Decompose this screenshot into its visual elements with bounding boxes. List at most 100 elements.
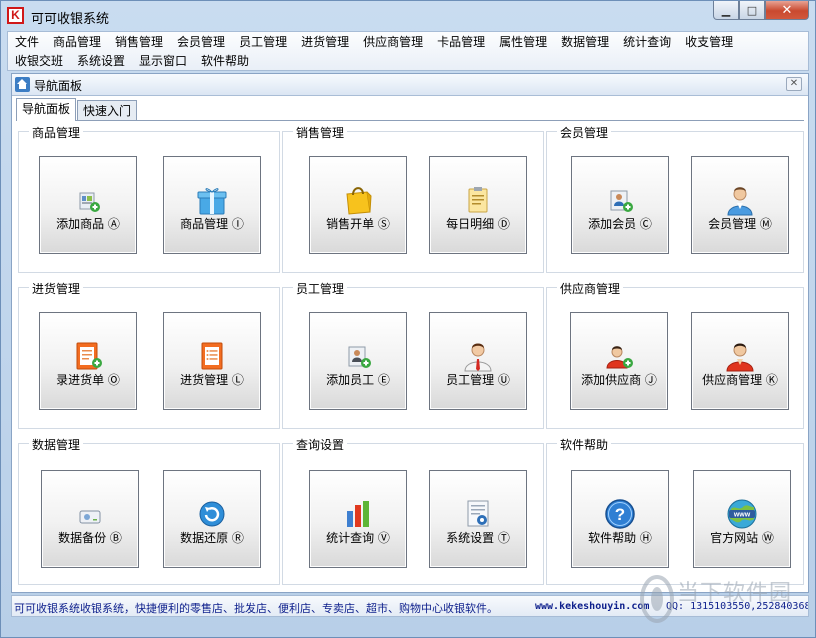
official-website-button[interactable]: www 官方网站 Ⓦ [693, 470, 791, 568]
tab-strip: 导航面板 快速入门 [16, 98, 138, 121]
tile-label: 员工管理 Ⓤ [446, 373, 510, 387]
svg-text:?: ? [615, 505, 625, 524]
group-title: 商品管理 [29, 124, 84, 141]
shopping-bag-icon [346, 187, 372, 215]
menu-products[interactable]: 商品管理 [46, 33, 108, 51]
disk-backup-icon [79, 510, 101, 524]
add-product-button[interactable]: 添加商品 Ⓐ [39, 156, 137, 254]
globe-www-icon: www [727, 499, 757, 529]
bar-chart-icon [347, 501, 369, 527]
tile-label: 供应商管理 Ⓚ [702, 373, 778, 387]
add-supplier-button[interactable]: 添加供应商 Ⓙ [570, 312, 668, 410]
data-restore-button[interactable]: 数据还原 Ⓡ [163, 470, 261, 568]
member-management-button[interactable]: 会员管理 Ⓜ [691, 156, 789, 254]
group-data-management: 数据管理 数据备份 Ⓑ 数据还原 Ⓡ [18, 436, 280, 585]
tile-label: 系统设置 Ⓣ [446, 531, 510, 545]
sales-order-button[interactable]: 销售开单 Ⓢ [309, 156, 407, 254]
add-product-icon [79, 192, 100, 212]
tile-label: 销售开单 Ⓢ [326, 217, 390, 231]
group-title: 数据管理 [29, 436, 84, 453]
menu-sales[interactable]: 销售管理 [108, 33, 170, 51]
group-products: 商品管理 添加商品 Ⓐ 商品管理 Ⓘ [18, 124, 280, 273]
group-suppliers: 供应商管理 添加供应商 Ⓙ 供应商管理 Ⓚ [546, 280, 804, 429]
software-help-button[interactable]: ? 软件帮助 Ⓗ [571, 470, 669, 568]
group-members: 会员管理 添加会员 Ⓒ 会员管理 Ⓜ [546, 124, 804, 273]
status-website-link[interactable]: www.kekeshouyin.com [535, 601, 649, 612]
menu-bar: 文件 商品管理 销售管理 会员管理 员工管理 进货管理 供应商管理 卡品管理 属… [7, 31, 809, 71]
menu-row-1: 文件 商品管理 销售管理 会员管理 员工管理 进货管理 供应商管理 卡品管理 属… [8, 33, 740, 51]
member-icon [727, 187, 753, 216]
menu-statistics[interactable]: 统计查询 [616, 33, 678, 51]
group-software-help: 软件帮助 ? 软件帮助 Ⓗ www 官方网站 Ⓦ [546, 436, 804, 585]
panel-close-button[interactable]: ✕ [786, 77, 802, 91]
app-logo-icon: K [7, 7, 24, 24]
close-button[interactable]: ✕ [765, 1, 809, 20]
tile-label: 录进货单 Ⓞ [56, 373, 120, 387]
svg-text:www: www [733, 512, 751, 519]
employee-icon [464, 343, 492, 372]
status-message: 可可收银系统收银系统，快捷便利的零售店、批发店、便利店、专卖店、超市、购物中心收… [14, 602, 498, 615]
settings-document-icon [467, 500, 489, 527]
add-member-icon [610, 190, 633, 212]
menu-employees[interactable]: 员工管理 [232, 33, 294, 51]
tab-navigation-panel[interactable]: 导航面板 [16, 98, 77, 121]
tile-label: 商品管理 Ⓘ [180, 217, 244, 231]
app-title: 可可收银系统 [31, 12, 110, 27]
daily-details-button[interactable]: 每日明细 Ⓓ [429, 156, 527, 254]
purchase-list-icon [201, 342, 223, 370]
tile-label: 进货管理 Ⓛ [180, 373, 244, 387]
tile-label: 统计查询 Ⓥ [326, 531, 390, 545]
menu-members[interactable]: 会员管理 [170, 33, 232, 51]
group-sales: 销售管理 销售开单 Ⓢ 每日明细 Ⓓ [282, 124, 544, 273]
panel-title: 导航面板 [34, 79, 83, 93]
employee-management-button[interactable]: 员工管理 Ⓤ [429, 312, 527, 410]
menu-show-window[interactable]: 显示窗口 [132, 52, 194, 70]
tile-label: 会员管理 Ⓜ [708, 217, 772, 231]
menu-cards[interactable]: 卡品管理 [430, 33, 492, 51]
add-employee-icon [348, 346, 371, 368]
menu-finance[interactable]: 收支管理 [678, 33, 740, 51]
add-purchase-order-button[interactable]: 录进货单 Ⓞ [39, 312, 137, 410]
restore-icon [199, 501, 225, 527]
help-icon: ? [605, 499, 635, 529]
clipboard-icon [468, 187, 488, 213]
menu-attributes[interactable]: 属性管理 [492, 33, 554, 51]
gift-box-icon [197, 188, 227, 215]
menu-file[interactable]: 文件 [8, 33, 46, 51]
system-settings-button[interactable]: 系统设置 Ⓣ [429, 470, 527, 568]
navigation-panel: 导航面板 ✕ 导航面板 快速入门 商品管理 添加商品 Ⓐ 商品管理 Ⓘ 销售管理… [11, 73, 809, 593]
menu-shift-handover[interactable]: 收银交班 [8, 52, 70, 70]
statistics-query-button[interactable]: 统计查询 Ⓥ [309, 470, 407, 568]
menu-help[interactable]: 软件帮助 [194, 52, 256, 70]
tile-label: 添加员工 Ⓔ [326, 373, 390, 387]
tile-label: 软件帮助 Ⓗ [588, 531, 652, 545]
menu-system-settings[interactable]: 系统设置 [70, 52, 132, 70]
tile-label: 数据备份 Ⓑ [58, 531, 122, 545]
data-backup-button[interactable]: 数据备份 Ⓑ [41, 470, 139, 568]
group-title: 会员管理 [557, 124, 612, 141]
menu-purchasing[interactable]: 进货管理 [294, 33, 356, 51]
minimize-button[interactable]: ▁ [713, 1, 739, 20]
app-window: K 可可收银系统 ▁ □ ✕ 文件 商品管理 销售管理 会员管理 员工管理 进货… [0, 0, 816, 638]
group-employees: 员工管理 添加员工 Ⓔ 员工管理 Ⓤ [282, 280, 544, 429]
supplier-management-button[interactable]: 供应商管理 Ⓚ [691, 312, 789, 410]
menu-suppliers[interactable]: 供应商管理 [356, 33, 430, 51]
product-management-button[interactable]: 商品管理 Ⓘ [163, 156, 261, 254]
group-title: 供应商管理 [557, 280, 624, 297]
tile-label: 添加商品 Ⓐ [56, 217, 120, 231]
supplier-icon [726, 343, 754, 372]
menu-data[interactable]: 数据管理 [554, 33, 616, 51]
add-purchase-order-icon [76, 342, 102, 370]
watermark-text: 当下软件园 [677, 581, 793, 606]
maximize-button[interactable]: □ [739, 1, 765, 20]
group-query-settings: 查询设置 统计查询 Ⓥ 系统设置 Ⓣ [282, 436, 544, 585]
add-employee-button[interactable]: 添加员工 Ⓔ [309, 312, 407, 410]
tab-quick-start[interactable]: 快速入门 [77, 100, 138, 121]
add-member-button[interactable]: 添加会员 Ⓒ [571, 156, 669, 254]
title-bar[interactable]: K 可可收银系统 ▁ □ ✕ [1, 1, 815, 31]
tab-content: 商品管理 添加商品 Ⓐ 商品管理 Ⓘ 销售管理 销售开单 Ⓢ 每日明细 Ⓓ 会员… [16, 120, 804, 586]
purchase-management-button[interactable]: 进货管理 Ⓛ [163, 312, 261, 410]
group-title: 软件帮助 [557, 436, 612, 453]
tile-label: 添加会员 Ⓒ [588, 217, 652, 231]
tile-label: 数据还原 Ⓡ [180, 531, 244, 545]
